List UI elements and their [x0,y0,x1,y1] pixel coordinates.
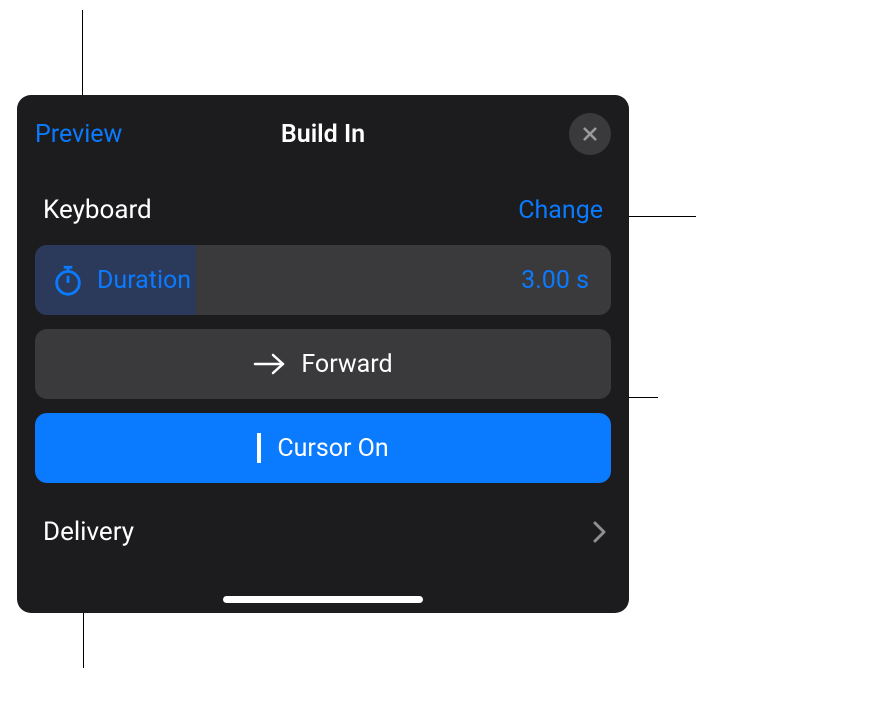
cursor-label: Cursor On [277,434,388,463]
effect-section-header: Keyboard Change [17,167,629,241]
duration-slider[interactable]: Duration 3.00 s [35,245,611,315]
preview-button[interactable]: Preview [35,120,122,149]
cursor-icon [257,433,261,463]
arrow-right-icon [253,352,287,376]
chevron-right-icon [593,521,607,543]
build-in-panel: Preview Build In Keyboard Change D [17,95,629,613]
home-indicator[interactable] [223,596,423,603]
controls-group: Duration 3.00 s Forward Cursor On [17,241,629,483]
close-icon [581,125,599,143]
duration-label: Duration [97,266,521,295]
close-button[interactable] [569,113,611,155]
effect-name-label: Keyboard [43,195,152,225]
delivery-label: Delivery [43,517,134,547]
cursor-toggle[interactable]: Cursor On [35,413,611,483]
direction-button[interactable]: Forward [35,329,611,399]
duration-content: Duration 3.00 s [35,263,611,297]
panel-header: Preview Build In [17,95,629,167]
direction-label: Forward [301,350,392,379]
change-button[interactable]: Change [518,196,603,225]
delivery-row[interactable]: Delivery [17,497,629,547]
timer-icon [51,263,85,297]
duration-value: 3.00 s [521,266,589,295]
panel-title: Build In [281,120,365,149]
callout-line-preview [82,10,83,95]
